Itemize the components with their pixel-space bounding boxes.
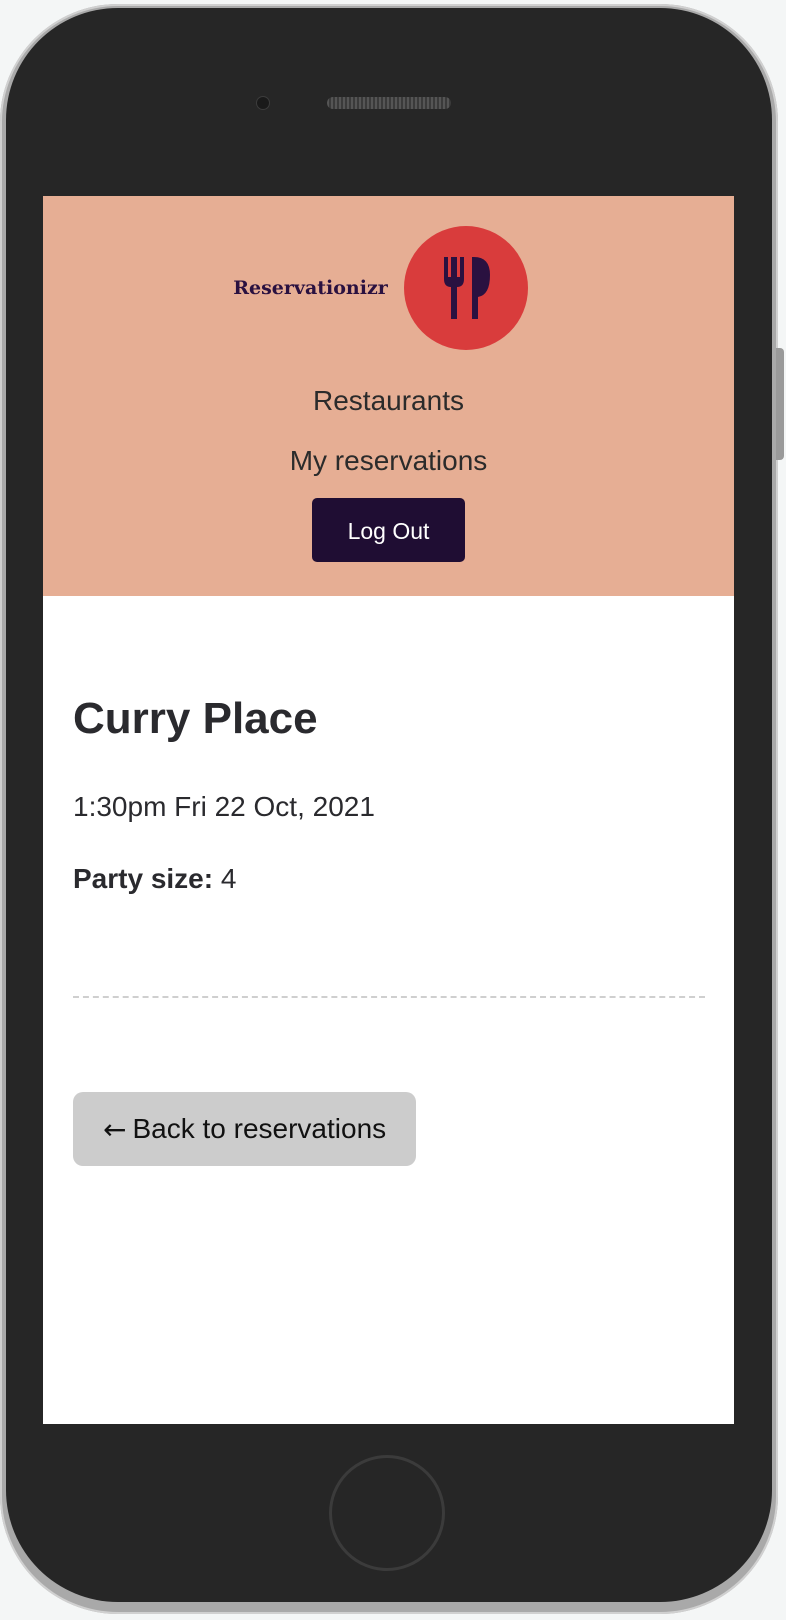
app-header: Reservationizr Restaurants My reservatio…: [43, 196, 734, 596]
brand[interactable]: Reservationizr: [43, 226, 734, 350]
party-size: Party size: 4: [73, 862, 704, 896]
back-button-label: Back to reservations: [132, 1113, 387, 1144]
brand-name: Reservationizr: [233, 277, 388, 299]
arrow-left-icon: ←: [103, 1112, 127, 1146]
speaker-grille: [327, 97, 451, 109]
home-button[interactable]: [329, 1455, 445, 1571]
divider: [73, 996, 705, 998]
logo: [403, 226, 528, 350]
nav-link-my-reservations[interactable]: My reservations: [43, 444, 734, 478]
app-screen: Reservationizr Restaurants My reservatio…: [43, 196, 734, 1424]
back-to-reservations-button[interactable]: ← Back to reservations: [73, 1092, 417, 1166]
main-nav: Restaurants My reservations Log Out: [43, 384, 734, 562]
reservation-details: Curry Place 1:30pm Fri 22 Oct, 2021 Part…: [43, 694, 734, 1166]
phone-side-button: [776, 348, 784, 460]
nav-link-restaurants[interactable]: Restaurants: [43, 384, 734, 418]
party-size-label: Party size:: [73, 863, 214, 894]
reservation-datetime: 1:30pm Fri 22 Oct, 2021: [73, 791, 375, 822]
logout-button[interactable]: Log Out: [312, 498, 465, 562]
restaurant-name: Curry Place: [73, 694, 318, 743]
camera-icon: [257, 97, 269, 109]
fork-knife-icon: [443, 257, 490, 319]
party-size-value: 4: [220, 863, 237, 894]
